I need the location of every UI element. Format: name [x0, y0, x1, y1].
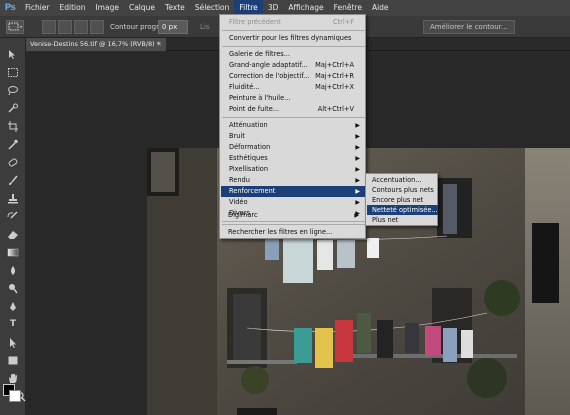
- submenu-arrow-icon: ▶: [355, 177, 360, 184]
- move-tool-icon[interactable]: [6, 48, 20, 60]
- add-selection-icon[interactable]: [58, 20, 72, 34]
- menu-item-vanishing-point[interactable]: Point de fuite... Alt+Ctrl+V: [221, 104, 366, 115]
- refine-edge-button[interactable]: Améliorer le contour...: [423, 20, 515, 34]
- document-tab-title: Venise-Destins 56.tif @ 16,7% (RVB/8) *: [30, 40, 161, 48]
- menu-item-renforcement[interactable]: Renforcement ▶: [221, 186, 366, 197]
- menu-texte[interactable]: Texte: [160, 0, 190, 16]
- gradient-tool-icon[interactable]: [6, 246, 20, 258]
- submenu-arrow-icon: ▶: [355, 144, 360, 151]
- eraser-tool-icon[interactable]: [6, 228, 20, 240]
- antialias-label: Lis: [200, 23, 210, 31]
- brush-tool-icon[interactable]: [6, 174, 20, 186]
- menu-item-bruit[interactable]: Bruit ▶: [221, 131, 366, 142]
- menu-image[interactable]: Image: [90, 0, 124, 16]
- submenu-arrow-icon: ▶: [354, 212, 359, 219]
- menu-item-last-filter[interactable]: Filtre précédent Ctrl+F: [221, 17, 366, 28]
- document-tab[interactable]: Venise-Destins 56.tif @ 16,7% (RVB/8) * …: [26, 38, 166, 51]
- submenu-item-plus-net[interactable]: Plus net: [367, 215, 438, 225]
- menu-item-oil-paint[interactable]: Peinture à l'huile...: [221, 93, 366, 104]
- submenu-arrow-icon: ▶: [355, 199, 360, 206]
- tools-panel: T: [0, 38, 26, 415]
- menu-edition[interactable]: Edition: [55, 0, 91, 16]
- menu-separator: [222, 221, 365, 222]
- blur-tool-icon[interactable]: [6, 264, 20, 276]
- menu-item-liquify[interactable]: Fluidité... Maj+Ctrl+X: [221, 82, 366, 93]
- menu-item-pixellisation[interactable]: Pixellisation ▶: [221, 164, 366, 175]
- crop-tool-icon[interactable]: [6, 120, 20, 132]
- background-color-swatch[interactable]: [9, 390, 21, 402]
- menu-item-filter-gallery[interactable]: Galerie de filtres...: [221, 49, 366, 60]
- menu-calque[interactable]: Calque: [124, 0, 160, 16]
- submenu-item-nettete-optimisee[interactable]: Netteté optimisée...: [367, 205, 438, 215]
- lasso-tool-icon[interactable]: [6, 84, 20, 96]
- menu-item-attenuation[interactable]: Atténuation ▶: [221, 120, 366, 131]
- subtract-selection-icon[interactable]: [74, 20, 88, 34]
- menu-item-convert-smart-filters[interactable]: Convertir pour les filtres dynamiques: [221, 33, 366, 44]
- intersect-selection-icon[interactable]: [90, 20, 104, 34]
- feather-input[interactable]: 0 px: [158, 20, 188, 34]
- menu-separator: [222, 46, 365, 47]
- marquee-tool-icon[interactable]: [6, 66, 20, 78]
- quick-select-tool-icon[interactable]: [6, 102, 20, 114]
- spot-heal-tool-icon[interactable]: [6, 156, 20, 168]
- eyedropper-tool-icon[interactable]: [6, 138, 20, 150]
- menu-item-rendu[interactable]: Rendu ▶: [221, 175, 366, 186]
- menu-fichier[interactable]: Fichier: [20, 0, 55, 16]
- submenu-item-encore-plus-net[interactable]: Encore plus net: [367, 195, 438, 205]
- menu-separator: [222, 117, 365, 118]
- history-brush-tool-icon[interactable]: [6, 210, 20, 222]
- feather-label: Contour progr. :: [110, 23, 166, 31]
- type-tool-icon[interactable]: T: [6, 318, 20, 330]
- submenu-arrow-icon: ▶: [355, 122, 360, 129]
- new-selection-icon[interactable]: [42, 20, 56, 34]
- submenu-arrow-icon: ▶: [355, 155, 360, 162]
- pen-tool-icon[interactable]: [6, 300, 20, 312]
- hand-tool-icon[interactable]: [6, 372, 20, 384]
- menu-item-video[interactable]: Vidéo ▶: [221, 197, 366, 208]
- menu-item-browse-filters-online[interactable]: Rechercher les filtres en ligne...: [220, 227, 365, 238]
- marquee-preset-icon[interactable]: [6, 20, 24, 34]
- shape-tool-icon[interactable]: [6, 354, 20, 366]
- menu-aide[interactable]: Aide: [367, 0, 394, 16]
- submenu-item-contours-plus-nets[interactable]: Contours plus nets: [367, 185, 438, 195]
- filter-dropdown-menu: Filtre précédent Ctrl+F Convertir pour le…: [219, 14, 366, 239]
- photoshop-logo: Ps: [4, 3, 16, 13]
- menu-separator: [222, 30, 365, 31]
- menu-item-digimarc[interactable]: Digimarc ▶: [220, 210, 365, 221]
- path-select-tool-icon[interactable]: [6, 336, 20, 348]
- menu-item-deformation[interactable]: Déformation ▶: [221, 142, 366, 153]
- submenu-arrow-icon: ▶: [355, 166, 360, 173]
- submenu-item-accentuation[interactable]: Accentuation...: [367, 175, 438, 185]
- submenu-arrow-icon: ▶: [355, 188, 360, 195]
- dodge-tool-icon[interactable]: [6, 282, 20, 294]
- menu-item-lens-correction[interactable]: Correction de l'objectif... Maj+Ctrl+R: [221, 71, 366, 82]
- clone-stamp-tool-icon[interactable]: [6, 192, 20, 204]
- menu-item-esthetiques[interactable]: Esthétiques ▶: [221, 153, 366, 164]
- submenu-arrow-icon: ▶: [355, 133, 360, 140]
- menu-separator: [222, 224, 365, 225]
- renforcement-submenu: Accentuation... Contours plus nets Encor…: [365, 173, 438, 226]
- menu-item-adaptive-wide-angle[interactable]: Grand-angle adaptatif... Maj+Ctrl+A: [221, 60, 366, 71]
- close-tab-icon[interactable]: ×: [157, 38, 162, 51]
